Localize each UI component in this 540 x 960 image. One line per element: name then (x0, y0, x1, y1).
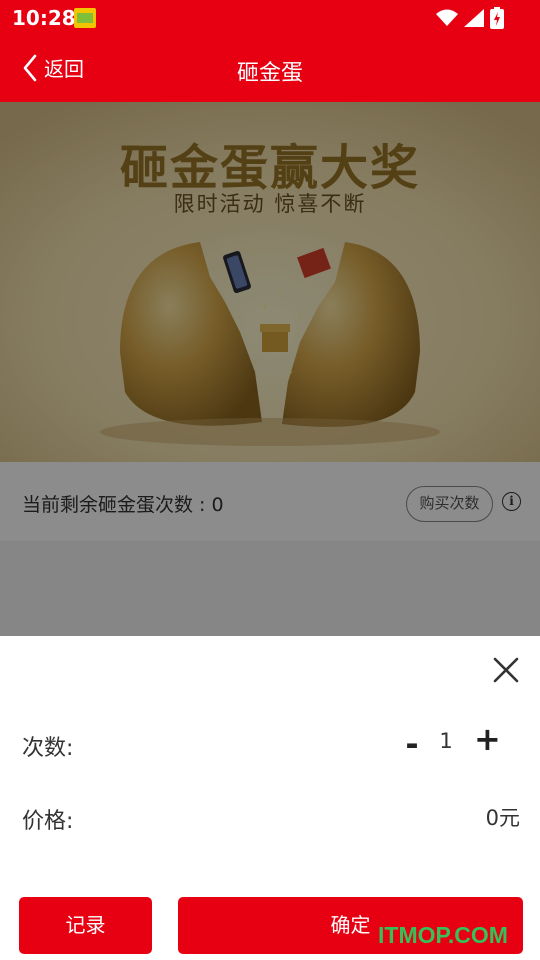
app-notification-icon (74, 8, 96, 28)
modal-overlay[interactable] (0, 102, 540, 636)
signal-icon (464, 9, 484, 27)
decrement-button[interactable]: - (402, 728, 422, 760)
status-bar: 10:28 (0, 0, 540, 36)
wifi-icon (436, 9, 458, 26)
watermark: ITMOP.COM (378, 922, 508, 948)
purchase-bottom-sheet: 次数: - 1 + 价格: 0元 记录 确定 (0, 636, 540, 960)
page-title: 砸金蛋 (236, 61, 303, 86)
record-button[interactable]: 记录 (19, 897, 152, 954)
close-icon (493, 657, 519, 683)
increment-button[interactable]: + (474, 723, 501, 755)
nav-bar: 返回 砸金蛋 (0, 36, 540, 102)
count-label: 次数: (22, 736, 74, 761)
count-value: 1 (439, 729, 453, 753)
battery-icon (490, 7, 504, 29)
price-label: 价格: (22, 809, 74, 834)
status-time: 10:28 (12, 6, 76, 30)
close-button[interactable] (489, 653, 523, 687)
status-icons (436, 7, 504, 29)
price-value: 0元 (485, 806, 520, 830)
